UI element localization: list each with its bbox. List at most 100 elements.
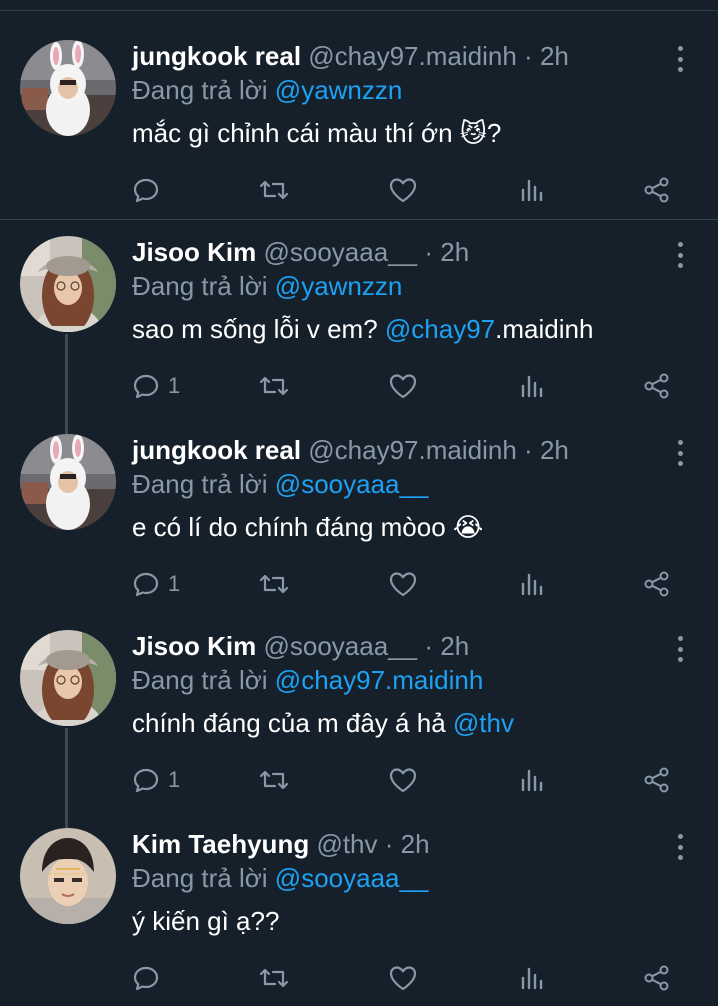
like-button[interactable] — [388, 370, 418, 402]
replying-to: Đang trả lời @sooyaaa__ — [132, 862, 428, 894]
replying-mention-link[interactable]: @chay97.maidinh — [275, 665, 484, 695]
avatar[interactable] — [20, 40, 116, 136]
tweet-text: ý kiến gì ạ?? — [132, 904, 279, 938]
timestamp[interactable]: 2h — [401, 829, 430, 859]
like-button[interactable] — [388, 962, 418, 994]
thread-line — [65, 728, 68, 830]
retweet-button[interactable] — [258, 962, 290, 994]
heart-icon — [389, 178, 417, 203]
replying-to: Đang trả lời @sooyaaa__ — [132, 468, 428, 500]
retweet-icon — [259, 376, 289, 396]
reply-button[interactable]: 1 — [132, 370, 180, 402]
tweet-actions: 1 — [132, 568, 682, 600]
tweet-text-content: chính đáng của m đây á hả — [132, 708, 446, 738]
tweet-actions — [132, 174, 682, 206]
more-options-icon[interactable] — [668, 440, 692, 466]
reply-icon — [133, 374, 159, 399]
replying-to: Đang trả lời @yawnzzn — [132, 74, 402, 106]
replying-mention-link[interactable]: @yawnzzn — [275, 271, 403, 301]
analytics-button[interactable] — [518, 764, 546, 796]
share-icon — [644, 177, 669, 203]
more-options-icon[interactable] — [668, 636, 692, 662]
display-name[interactable]: jungkook real — [132, 41, 301, 71]
replying-to: Đang trả lời @yawnzzn — [132, 270, 402, 302]
replying-mention-link[interactable]: @sooyaaa__ — [275, 469, 429, 499]
tweet-text: mắc gì chỉnh cái màu thí ớn 😼? — [132, 116, 501, 150]
share-button[interactable] — [642, 370, 672, 402]
avatar[interactable] — [20, 434, 116, 530]
user-handle[interactable]: @sooyaaa__ — [263, 237, 417, 267]
tweet-text-suffix: ? — [486, 118, 502, 148]
tweet-text-content: e có lí do chính đáng mòoo — [132, 512, 446, 542]
reply-icon — [133, 572, 159, 597]
replying-prefix: Đang trả lời — [132, 271, 268, 301]
display-name[interactable]: Jisoo Kim — [132, 237, 256, 267]
user-handle[interactable]: @chay97.maidinh — [308, 435, 517, 465]
retweet-button[interactable] — [258, 568, 290, 600]
replying-prefix: Đang trả lời — [132, 469, 268, 499]
analytics-button[interactable] — [518, 370, 546, 402]
timestamp[interactable]: 2h — [540, 41, 569, 71]
analytics-icon — [521, 967, 543, 990]
avatar[interactable] — [20, 828, 116, 924]
retweet-icon — [259, 574, 289, 594]
heart-icon — [389, 572, 417, 597]
tweet-actions: 1 — [132, 764, 682, 796]
replying-mention-link[interactable]: @yawnzzn — [275, 75, 403, 105]
display-name[interactable]: Kim Taehyung — [132, 829, 309, 859]
retweet-button[interactable] — [258, 174, 290, 206]
reply-button[interactable]: 1 — [132, 568, 180, 600]
replying-prefix: Đang trả lời — [132, 665, 268, 695]
like-button[interactable] — [388, 764, 418, 796]
replying-to: Đang trả lời @chay97.maidinh — [132, 664, 483, 696]
more-options-icon[interactable] — [668, 242, 692, 268]
tweet-actions — [132, 962, 682, 994]
mention-link[interactable]: @thv — [453, 708, 514, 738]
reply-button[interactable] — [132, 174, 168, 206]
share-icon — [644, 767, 669, 793]
like-button[interactable] — [388, 174, 418, 206]
analytics-button[interactable] — [518, 568, 546, 600]
like-button[interactable] — [388, 568, 418, 600]
user-handle[interactable]: @sooyaaa__ — [263, 631, 417, 661]
reply-button[interactable] — [132, 962, 168, 994]
tweet-text: sao m sống lỗi v em? @chay97.maidinh — [132, 312, 593, 346]
top-divider — [0, 10, 718, 11]
timestamp[interactable]: 2h — [540, 435, 569, 465]
reply-button[interactable]: 1 — [132, 764, 180, 796]
share-button[interactable] — [642, 174, 672, 206]
tweet-text-content: mắc gì chỉnh cái màu thí ớn — [132, 118, 453, 148]
tweet-actions: 1 — [132, 370, 682, 402]
share-button[interactable] — [642, 568, 672, 600]
reply-count: 1 — [168, 373, 181, 398]
mention-link[interactable]: @chay97 — [385, 314, 495, 344]
heart-icon — [389, 768, 417, 793]
separator-dot: · — [384, 829, 394, 859]
avatar[interactable] — [20, 236, 116, 332]
timestamp[interactable]: 2h — [440, 631, 469, 661]
more-options-icon[interactable] — [668, 46, 692, 72]
user-handle[interactable]: @chay97.maidinh — [308, 41, 517, 71]
analytics-button[interactable] — [518, 174, 546, 206]
display-name[interactable]: jungkook real — [132, 435, 301, 465]
timestamp[interactable]: 2h — [440, 237, 469, 267]
reply-icon — [133, 768, 159, 793]
tweet-text-content: ý kiến gì ạ?? — [132, 906, 280, 936]
retweet-button[interactable] — [258, 764, 290, 796]
separator-dot: · — [524, 41, 533, 71]
user-handle[interactable]: @thv — [316, 829, 377, 859]
share-button[interactable] — [642, 962, 672, 994]
replying-mention-link[interactable]: @sooyaaa__ — [275, 863, 429, 893]
reply-count: 1 — [168, 571, 181, 596]
avatar[interactable] — [20, 630, 116, 726]
more-options-icon[interactable] — [668, 834, 692, 860]
tweet-header: Jisoo Kim @sooyaaa__ · 2h — [132, 236, 469, 268]
tweet-header: jungkook real @chay97.maidinh · 2h — [132, 40, 569, 72]
retweet-button[interactable] — [258, 370, 290, 402]
analytics-button[interactable] — [518, 962, 546, 994]
share-button[interactable] — [642, 764, 672, 796]
display-name[interactable]: Jisoo Kim — [132, 631, 256, 661]
tweet-header: Jisoo Kim @sooyaaa__ · 2h — [132, 630, 469, 662]
share-icon — [644, 571, 669, 597]
crying-emoji: 😭 — [452, 512, 484, 542]
